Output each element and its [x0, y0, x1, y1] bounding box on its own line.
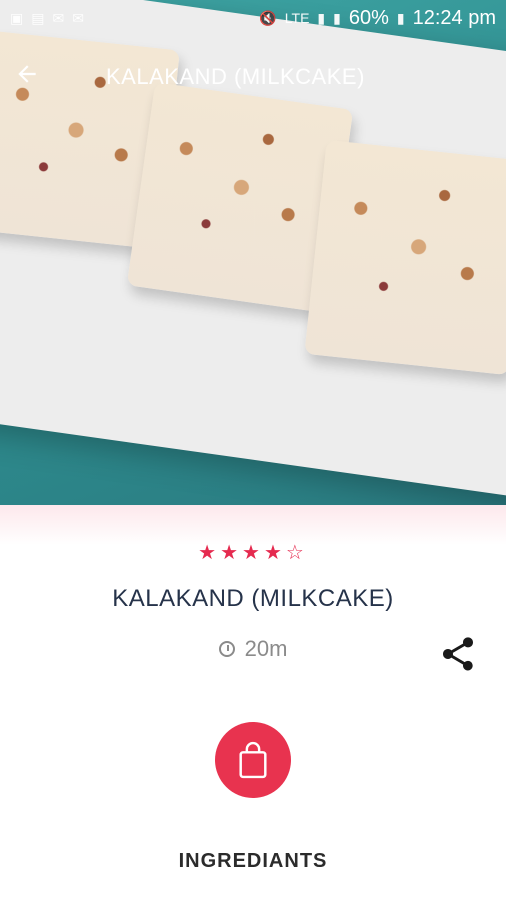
ingredients-bag-button[interactable]: [215, 722, 291, 798]
gmail-icon: ✉: [52, 9, 65, 26]
signal-icon: ▮: [317, 9, 326, 26]
star-filled-icon: ★: [242, 542, 264, 564]
network-type: LTE: [284, 10, 310, 26]
app-bar: KALAKAND (MILKCAKE): [0, 52, 506, 102]
milkcake-piece: [304, 139, 506, 376]
star-filled-icon: ★: [263, 542, 286, 564]
back-arrow-icon: [18, 64, 36, 83]
message-icon: ▣: [10, 9, 24, 26]
battery-icon: ▮: [396, 9, 405, 26]
gallery-icon: ▤: [31, 9, 45, 26]
clock-icon: [218, 641, 235, 657]
mail-icon: ✉: [72, 9, 84, 26]
shopping-bag-icon: [239, 741, 267, 779]
share-icon: [443, 637, 473, 671]
star-empty-icon: ☆: [285, 542, 308, 564]
star-filled-icon: ★: [220, 542, 243, 564]
toolbar-title: KALAKAND (MILKCAKE): [106, 64, 365, 89]
hero-fade: [0, 505, 506, 545]
back-arrow-icon[interactable]: [14, 61, 58, 94]
recipe-name: KALAKAND (MILKCAKE): [112, 585, 394, 612]
cook-time-value: 20m: [244, 636, 288, 661]
battery-percent: 60%: [348, 6, 389, 29]
mute-icon: 🔇: [259, 9, 277, 26]
cook-time: 20m: [0, 636, 506, 662]
clock-time: 12:24 pm: [412, 6, 496, 29]
rating-stars: ★★★★☆: [0, 540, 506, 565]
star-filled-icon: ★: [198, 542, 221, 564]
share-button[interactable]: [438, 634, 482, 678]
status-bar: ▣ ▤ ✉ ✉ 🔇 LTE ▮ ▮ 60% ▮ 12:24 pm: [0, 0, 506, 36]
signal-icon: ▮: [333, 9, 341, 26]
ingredients-heading: INGREDIANTS: [178, 850, 328, 872]
